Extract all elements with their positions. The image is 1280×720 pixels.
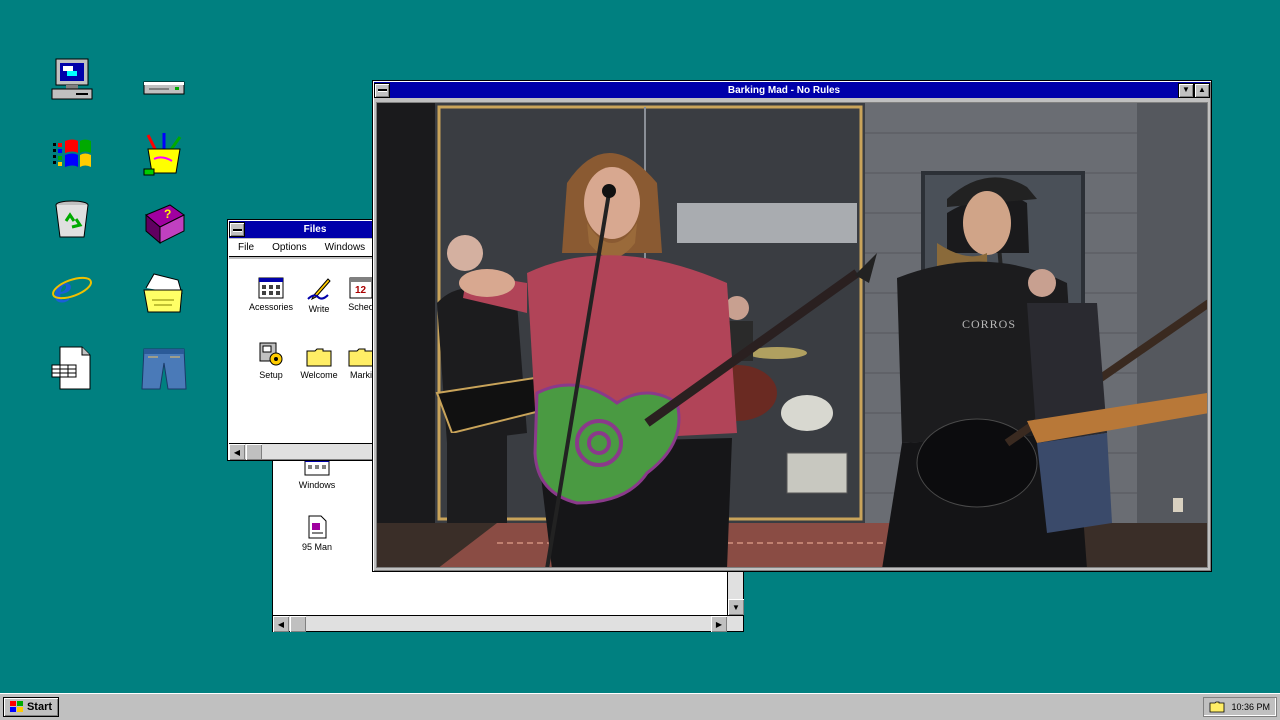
setup-icon — [259, 342, 283, 366]
accessories-icon — [258, 277, 284, 299]
paint-cup-icon[interactable] — [140, 130, 188, 178]
menu-options[interactable]: Options — [263, 242, 315, 253]
files-menubar: File Options Windows — [229, 239, 385, 257]
scroll-left-icon[interactable]: ◀ — [229, 444, 245, 460]
maximize-icon[interactable]: ▲ — [1194, 82, 1210, 98]
system-menu-button[interactable] — [374, 82, 390, 98]
file-item-label: Setup — [259, 370, 283, 380]
start-button[interactable]: Start — [3, 697, 59, 717]
file-item-label: Marki — [350, 370, 372, 380]
windows-flag-icon — [9, 701, 23, 712]
start-label: Start — [26, 701, 53, 713]
jeans-icon[interactable] — [140, 344, 188, 392]
menu-file[interactable]: File — [229, 242, 263, 253]
horizontal-scrollbar[interactable]: ◀ ▶ — [273, 615, 743, 632]
svg-text:12: 12 — [355, 285, 367, 296]
file-item-label: 95 Man — [301, 542, 333, 552]
write-icon — [307, 278, 331, 301]
video-player[interactable]: CORROS — [376, 102, 1208, 568]
scroll-left-icon[interactable]: ◀ — [273, 616, 289, 632]
file-item-label: Write — [308, 304, 330, 314]
window-title: Files — [303, 224, 327, 235]
file-item-label: Windows — [298, 480, 336, 490]
svg-text:?: ? — [164, 207, 171, 221]
files-titlebar[interactable]: Files — [229, 221, 385, 238]
folder-icon — [348, 348, 374, 367]
video-titlebar[interactable]: Barking Mad - No Rules ▼ ▲ — [374, 82, 1210, 98]
windows-logo-icon[interactable] — [48, 130, 96, 178]
folder-tray-icon[interactable] — [1209, 701, 1225, 713]
scroll-down-icon[interactable]: ▼ — [728, 599, 744, 615]
help-book-icon[interactable]: ? — [140, 200, 188, 248]
video-window[interactable]: Barking Mad - No Rules ▼ ▲ CORROS — [372, 80, 1212, 572]
file-item-windows[interactable]: Windows — [287, 457, 347, 490]
taskbar: Start 10:36 PM — [0, 693, 1280, 720]
system-tray: 10:36 PM — [1203, 697, 1277, 717]
scroll-right-icon[interactable]: ▶ — [711, 616, 727, 632]
file-item-label: Acessories — [248, 302, 293, 312]
horizontal-scrollbar[interactable]: ◀ — [229, 443, 385, 460]
document-table-icon[interactable] — [48, 344, 96, 392]
schedule-icon: 12 — [349, 277, 373, 299]
menu-windows[interactable]: Windows — [316, 242, 375, 253]
folder-icon — [306, 348, 332, 367]
document-icon — [308, 515, 327, 539]
recycle-bin-icon[interactable] — [48, 195, 96, 243]
files-icon-area: Acessories Write 12 Sched Setup Welcome … — [229, 259, 385, 443]
window-title: Barking Mad - No Rules — [727, 84, 841, 96]
svg-text:CORROS: CORROS — [962, 317, 1016, 331]
internet-explorer-icon[interactable]: e — [48, 262, 96, 310]
file-item-95-man[interactable]: 95 Man — [287, 515, 347, 552]
my-computer-icon[interactable] — [48, 56, 96, 104]
clock[interactable]: 10:36 PM — [1231, 702, 1270, 712]
files-window[interactable]: Files File Options Windows Acessories Wr… — [227, 219, 387, 461]
band-performance-frame: CORROS — [377, 103, 1207, 567]
scroll-thumb[interactable] — [246, 444, 262, 460]
minimize-icon[interactable]: ▼ — [1178, 82, 1194, 98]
briefcase-folder-icon[interactable] — [140, 268, 188, 316]
drive-icon[interactable] — [140, 64, 188, 112]
system-menu-button[interactable] — [229, 222, 245, 237]
scroll-thumb[interactable] — [290, 616, 306, 632]
file-item-label: Sched — [348, 302, 374, 312]
